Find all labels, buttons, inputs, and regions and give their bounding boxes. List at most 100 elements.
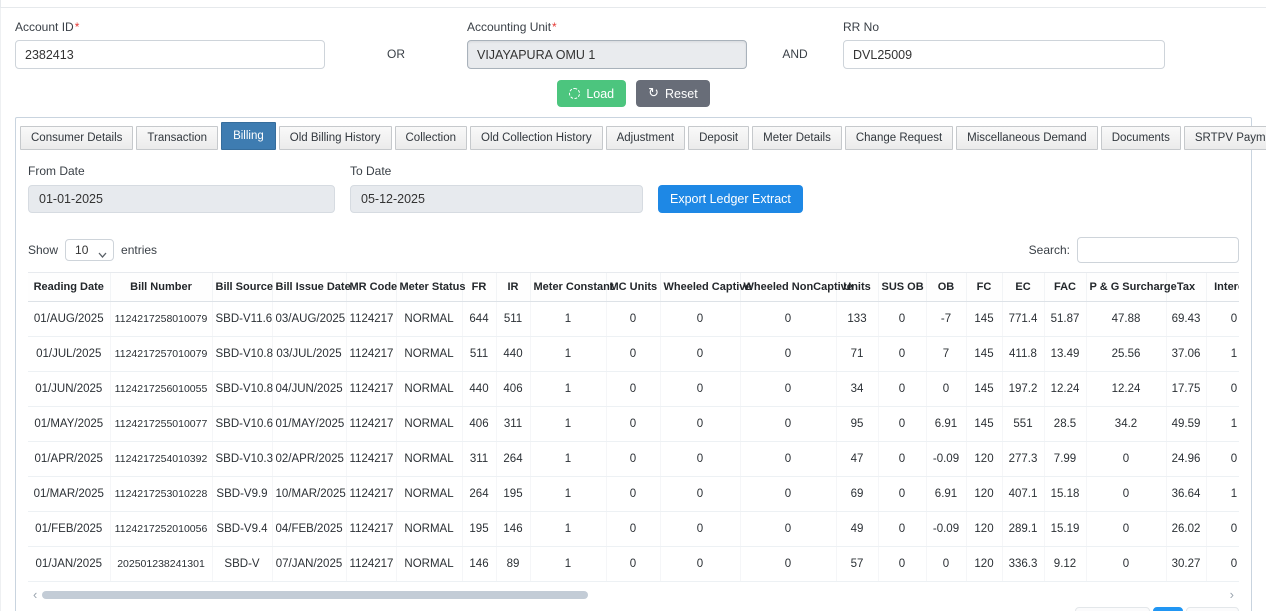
tab-billing[interactable]: Billing (221, 122, 276, 150)
tab-srtpv-payment-details[interactable]: SRTPV Payment Details (1184, 126, 1266, 150)
table-cell: 34.2 (1086, 407, 1166, 442)
table-cell: 0 (1206, 372, 1239, 407)
table-cell: 47 (836, 442, 878, 477)
column-header[interactable]: FR (462, 273, 496, 302)
tab-transaction[interactable]: Transaction (136, 126, 218, 150)
export-ledger-button[interactable]: Export Ledger Extract (658, 185, 803, 213)
tab-miscellaneous-demand[interactable]: Miscellaneous Demand (956, 126, 1098, 150)
pagination-next-button[interactable]: Next (1186, 607, 1239, 611)
column-header[interactable]: IR (496, 273, 530, 302)
page-size-select[interactable]: 10 (65, 239, 114, 261)
billing-tab-panel: From Date To Date Export Ledger Extract … (16, 150, 1251, 611)
table-cell: 311 (496, 407, 530, 442)
table-cell: 1124217255010077 (110, 407, 212, 442)
column-header[interactable]: Bill Issue Date (272, 273, 346, 302)
tab-adjustment[interactable]: Adjustment (606, 126, 686, 150)
table-cell: 7 (926, 337, 966, 372)
table-cell: 145 (966, 302, 1002, 337)
scroll-right-icon[interactable]: › (1227, 589, 1237, 601)
column-header[interactable]: SUS OB (878, 273, 926, 302)
tab-old-collection-history[interactable]: Old Collection History (470, 126, 603, 150)
column-header[interactable]: Wheeled Captive (660, 273, 740, 302)
table-cell: 95 (836, 407, 878, 442)
page-length-control: Show 10 entries (28, 239, 157, 261)
rr-no-field[interactable] (843, 40, 1165, 69)
column-header[interactable]: Wheeled NonCaptive (740, 273, 836, 302)
search-filter-row: Account ID* OR Accounting Unit* AND RR N… (1, 8, 1266, 69)
scrollbar-track[interactable] (40, 591, 1226, 599)
tab-old-billing-history[interactable]: Old Billing History (279, 126, 392, 150)
column-header[interactable]: MR Code (346, 273, 396, 302)
column-header[interactable]: FC (966, 273, 1002, 302)
scrollbar-thumb[interactable] (42, 591, 588, 599)
table-cell: NORMAL (396, 407, 462, 442)
consumer-ledger-panel: Consumer DetailsTransactionBillingOld Bi… (15, 117, 1252, 611)
tab-change-request[interactable]: Change Request (845, 126, 953, 150)
table-cell: NORMAL (396, 477, 462, 512)
column-header[interactable]: Units (836, 273, 878, 302)
table-cell: 57 (836, 547, 878, 582)
table-cell: 407.1 (1002, 477, 1044, 512)
column-header[interactable]: MC Units (606, 273, 660, 302)
table-cell: 49.59 (1166, 407, 1206, 442)
table-cell: 89 (496, 547, 530, 582)
table-cell: SBD-V10.8 (212, 372, 272, 407)
table-cell: 0 (740, 302, 836, 337)
table-cell: 195 (496, 477, 530, 512)
table-cell: 07/JAN/2025 (272, 547, 346, 582)
table-cell: 0 (1086, 442, 1166, 477)
table-cell: 146 (496, 512, 530, 547)
accounting-unit-field[interactable] (467, 40, 747, 69)
table-cell: 0 (1206, 302, 1239, 337)
table-cell: 146 (462, 547, 496, 582)
table-cell: 01/FEB/2025 (28, 512, 110, 547)
tab-meter-details[interactable]: Meter Details (752, 126, 842, 150)
column-header[interactable]: OB (926, 273, 966, 302)
account-id-label: Account ID* (15, 20, 325, 34)
table-cell: 34 (836, 372, 878, 407)
pagination-page-1-button[interactable]: 1 (1153, 607, 1184, 611)
account-id-field[interactable] (15, 40, 325, 69)
table-cell: 0 (740, 337, 836, 372)
table-cell: 145 (966, 372, 1002, 407)
spinner-icon (569, 88, 580, 99)
table-cell: 1 (530, 442, 606, 477)
table-cell: 36.64 (1166, 477, 1206, 512)
column-header[interactable]: Interest (1206, 273, 1239, 302)
table-row: 01/FEB/20251124217252010056SBD-V9.404/FE… (28, 512, 1239, 547)
table-cell: 03/JUL/2025 (272, 337, 346, 372)
column-header[interactable]: Meter Constant (530, 273, 606, 302)
from-date-field[interactable] (28, 185, 335, 213)
table-cell: NORMAL (396, 442, 462, 477)
table-cell: 202501238241301 (110, 547, 212, 582)
to-date-field[interactable] (350, 185, 643, 213)
table-cell: 02/APR/2025 (272, 442, 346, 477)
column-header[interactable]: EC (1002, 273, 1044, 302)
column-header[interactable]: Bill Source (212, 273, 272, 302)
table-search-control: Search: (1029, 237, 1239, 263)
scroll-left-icon[interactable]: ‹ (30, 589, 40, 601)
tab-collection[interactable]: Collection (395, 126, 468, 150)
reset-button[interactable]: ↻ Reset (636, 80, 710, 107)
column-header[interactable]: Bill Number (110, 273, 212, 302)
table-cell: 289.1 (1002, 512, 1044, 547)
column-header[interactable]: Meter Status (396, 273, 462, 302)
column-header[interactable]: P & G Surcharge (1086, 273, 1166, 302)
table-footer-row: Showing 1 to 8 of 8 entries Previous 1 N… (28, 607, 1239, 611)
tab-consumer-details[interactable]: Consumer Details (20, 126, 133, 150)
table-cell: 0 (606, 442, 660, 477)
pagination-previous-button[interactable]: Previous (1075, 607, 1150, 611)
table-cell: 1124217256010055 (110, 372, 212, 407)
table-cell: 1124217257010079 (110, 337, 212, 372)
table-cell: -0.09 (926, 512, 966, 547)
column-header[interactable]: Reading Date (28, 273, 110, 302)
tab-documents[interactable]: Documents (1101, 126, 1181, 150)
table-cell: 1124217 (346, 337, 396, 372)
tab-deposit[interactable]: Deposit (688, 126, 749, 150)
load-button[interactable]: Load (557, 80, 626, 107)
horizontal-scrollbar[interactable]: ‹ › (30, 589, 1237, 601)
table-cell: 0 (740, 547, 836, 582)
search-input[interactable] (1077, 237, 1239, 263)
column-header[interactable]: FAC (1044, 273, 1086, 302)
table-cell: 1124217252010056 (110, 512, 212, 547)
